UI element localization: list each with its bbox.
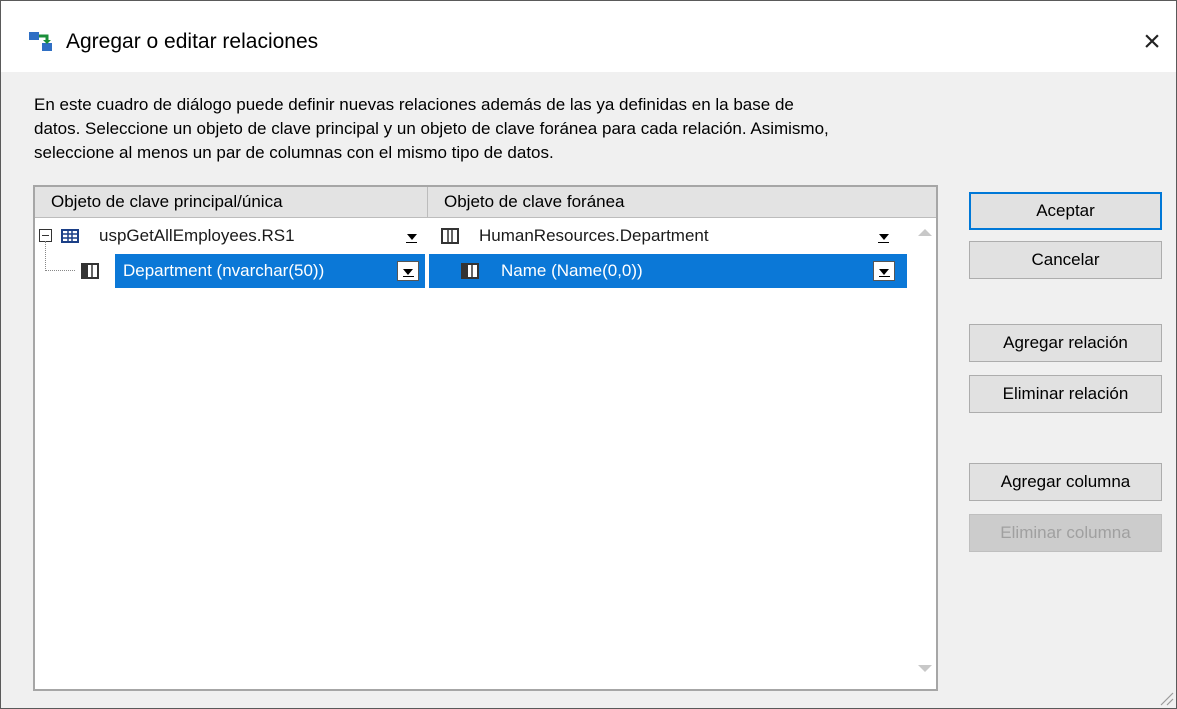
add-relation-button[interactable]: Agregar relación <box>969 324 1162 362</box>
table-icon <box>441 228 459 244</box>
scroll-up-icon[interactable] <box>918 229 932 236</box>
foreign-object-value: HumanResources.Department <box>479 226 709 245</box>
primary-column-dropdown[interactable] <box>397 261 419 281</box>
column-header-primary[interactable]: Objeto de clave principal/única <box>35 187 428 217</box>
column-icon <box>461 263 479 279</box>
primary-column-value: Department (nvarchar(50)) <box>123 261 325 280</box>
scroll-down-icon[interactable] <box>918 665 932 672</box>
title-bar: Agregar o editar relaciones × <box>1 1 1176 72</box>
foreign-column-dropdown[interactable] <box>873 261 895 281</box>
foreign-column-value: Name (Name(0,0)) <box>501 261 643 280</box>
add-column-button[interactable]: Agregar columna <box>969 463 1162 501</box>
ok-button[interactable]: Aceptar <box>969 192 1162 230</box>
grid-header: Objeto de clave principal/única Objeto d… <box>35 187 936 218</box>
dialog-title: Agregar o editar relaciones <box>66 30 319 53</box>
remove-relation-button[interactable]: Eliminar relación <box>969 375 1162 413</box>
chevron-down-icon <box>879 269 889 275</box>
chevron-down-icon <box>403 269 413 275</box>
chevron-down-icon <box>407 234 417 240</box>
chevron-down-icon <box>879 234 889 240</box>
column-icon <box>81 263 99 279</box>
dialog-description: En este cuadro de diálogo puede definir … <box>34 95 829 162</box>
primary-object-dropdown[interactable] <box>401 226 423 246</box>
column-pair-row[interactable]: Department (nvarchar(50)) Name (Name(0,0… <box>35 254 907 288</box>
primary-object-value: uspGetAllEmployees.RS1 <box>99 226 295 245</box>
cancel-button[interactable]: Cancelar <box>969 241 1162 279</box>
foreign-object-dropdown[interactable] <box>873 226 895 246</box>
table-icon <box>61 229 79 243</box>
relations-grid[interactable]: Objeto de clave principal/única Objeto d… <box>33 185 938 691</box>
relation-row[interactable]: uspGetAllEmployees.RS1 HumanResources.De… <box>35 219 907 269</box>
remove-column-button: Eliminar columna <box>969 514 1162 552</box>
resize-grip-icon[interactable] <box>1156 688 1174 706</box>
close-button[interactable]: × <box>1129 19 1175 65</box>
tree-connector <box>45 270 75 272</box>
dialog-window: Agregar o editar relaciones × En este cu… <box>0 0 1177 709</box>
column-header-foreign[interactable]: Objeto de clave foránea <box>428 187 936 217</box>
relations-icon <box>29 32 52 51</box>
close-icon: × <box>1143 25 1161 58</box>
